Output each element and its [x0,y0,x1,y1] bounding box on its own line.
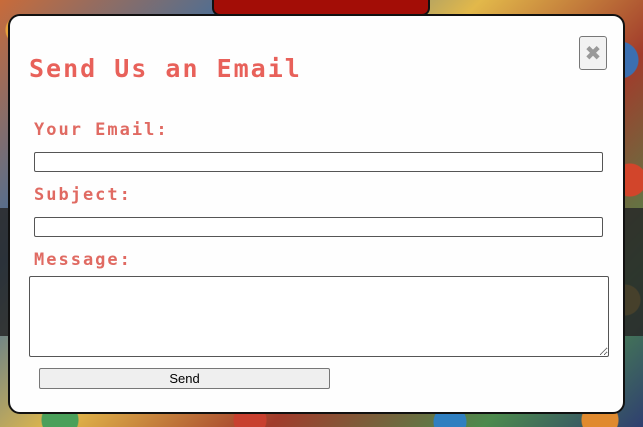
subject-field[interactable] [34,217,603,237]
email-modal: ✖ Send Us an Email Your Email: Subject: … [8,14,625,414]
subject-label: Subject: [34,185,132,205]
message-field[interactable] [29,276,609,357]
email-field[interactable] [34,152,603,172]
email-label: Your Email: [34,120,169,140]
close-button[interactable]: ✖ [579,36,607,70]
send-button[interactable]: Send [39,368,330,389]
message-label: Message: [34,250,132,270]
close-icon: ✖ [584,41,602,65]
modal-title: Send Us an Email [29,54,302,83]
